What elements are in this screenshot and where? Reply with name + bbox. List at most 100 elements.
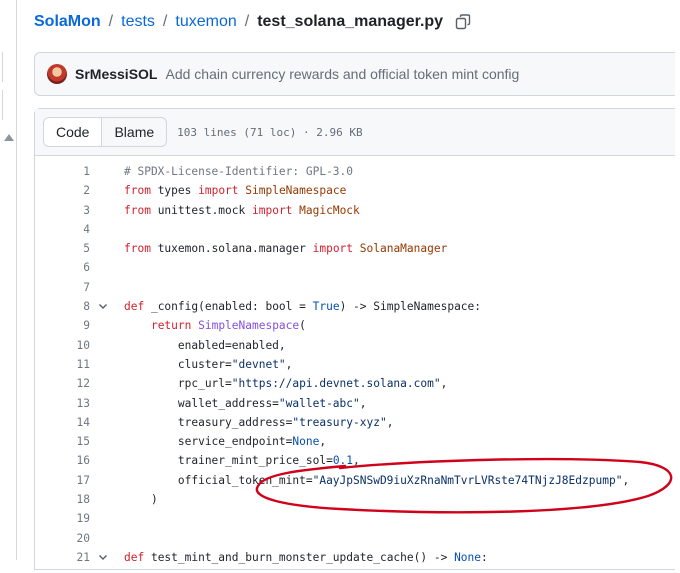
code-text: trainer_mint_price_sol=0.1, [124, 451, 360, 470]
line-number[interactable]: 12 [35, 374, 90, 393]
file-viewer: Code Blame 103 lines (71 loc) · 2.96 KB … [34, 108, 675, 570]
code-token: from [124, 184, 151, 198]
commit-message-link[interactable]: Add chain currency rewards and official … [165, 66, 519, 82]
tab-blame[interactable]: Blame [102, 118, 166, 146]
code-line: 8 def _config(enabled: bool = True) -> Si… [35, 297, 675, 316]
breadcrumb: SolaMon / tests / tuxemon / test_solana_… [34, 10, 471, 34]
code-line: 10 enabled=enabled, [35, 336, 675, 355]
line-number[interactable]: 10 [35, 336, 90, 355]
view-toggle: Code Blame [43, 117, 168, 147]
code-token: enabled=enabled, [124, 338, 286, 352]
code-text: from types import SimpleNamespace [124, 181, 346, 200]
file-header: Code Blame 103 lines (71 loc) · 2.96 KB [35, 109, 675, 156]
breadcrumb-dir-tuxemon[interactable]: tuxemon [175, 13, 236, 31]
code-text: def _config(enabled: bool = True) -> Sim… [124, 297, 481, 316]
tab-code[interactable]: Code [44, 118, 103, 146]
commit-author-link[interactable]: SrMessiSOL [75, 66, 157, 82]
code-token: , [353, 454, 360, 468]
line-number[interactable]: 6 [35, 258, 90, 277]
line-number[interactable]: 19 [35, 509, 90, 528]
line-number[interactable]: 2 [35, 181, 90, 200]
left-rail [0, 0, 18, 560]
code-token: , [319, 435, 327, 449]
code-token: return [150, 319, 192, 333]
rail-divider [16, 0, 17, 560]
code-token: trainer_mint_price_sol= [124, 454, 333, 468]
code-token: SolanaManager [353, 242, 448, 256]
code-token: ) -> SimpleNamespace: [339, 300, 482, 314]
code-token: , [359, 396, 367, 410]
code-token: def [124, 300, 145, 314]
line-number[interactable]: 5 [35, 239, 90, 258]
code-token: types [150, 184, 199, 198]
code-token: cluster= [124, 357, 232, 371]
line-number[interactable]: 18 [35, 490, 90, 509]
code-token: None [454, 550, 482, 564]
code-line: 11 cluster="devnet", [35, 355, 675, 374]
latest-commit-bar: SrMessiSOL Add chain currency rewards an… [34, 52, 675, 96]
code-token: ) [124, 493, 158, 507]
avatar[interactable] [47, 64, 67, 84]
line-number[interactable]: 7 [35, 278, 90, 297]
code-token: ( [299, 319, 306, 333]
code-token: , [386, 415, 394, 429]
line-number[interactable]: 3 [35, 201, 90, 220]
code-line: 12 rpc_url="https://api.devnet.solana.co… [35, 374, 675, 393]
chevron-down-icon[interactable] [98, 548, 108, 573]
code-line: 4 [35, 220, 675, 239]
code-token: rpc_url= [124, 377, 232, 391]
code-line: 2 from types import SimpleNamespace [35, 181, 675, 200]
code-token: from [124, 242, 151, 256]
code-line: 18 ) [35, 490, 675, 509]
rail-handle-top[interactable] [0, 52, 3, 82]
code-text: treasury_address="treasury-xyz", [124, 413, 394, 432]
line-number[interactable]: 14 [35, 413, 90, 432]
code-token: "https://api.devnet.solana.com" [231, 377, 441, 391]
code-token: _config(enabled: bool = [144, 300, 313, 314]
code-line: 6 [35, 258, 675, 277]
line-number[interactable]: 16 [35, 451, 90, 470]
file-info: 103 lines (71 loc) · 2.96 KB [177, 125, 363, 139]
code-token: : [481, 550, 488, 564]
code-line: 16 trainer_mint_price_sol=0.1, [35, 451, 675, 470]
code-line: 9 return SimpleNamespace( [35, 316, 675, 335]
breadcrumb-repo-link[interactable]: SolaMon [34, 13, 101, 31]
code-token: wallet_address= [124, 396, 279, 410]
line-number[interactable]: 8 [35, 297, 90, 316]
caret-up-icon[interactable] [4, 134, 14, 141]
line-number[interactable]: 4 [35, 220, 90, 239]
code-token: import [198, 184, 239, 198]
code-token: SimpleNamespace [191, 319, 300, 333]
line-number[interactable]: 13 [35, 394, 90, 413]
code-token: MagicMock [292, 203, 360, 217]
breadcrumb-filename: test_solana_manager.py [257, 13, 444, 30]
code-token: import [252, 203, 293, 217]
code-line: 5 from tuxemon.solana.manager import Sola… [35, 239, 675, 258]
line-number[interactable]: 21 [35, 548, 90, 567]
code-line: 3 from unittest.mock import MagicMock [35, 201, 675, 220]
code-token: True [312, 300, 340, 314]
copy-icon[interactable] [455, 14, 471, 30]
code-line: 14 treasury_address="treasury-xyz", [35, 413, 675, 432]
code-text: rpc_url="https://api.devnet.solana.com", [124, 374, 447, 393]
code-token: treasury_address= [124, 415, 293, 429]
code-text: cluster="devnet", [124, 355, 293, 374]
rail-handle-bottom[interactable] [0, 90, 3, 120]
breadcrumb-dir-tests[interactable]: tests [121, 13, 155, 31]
code-text: from unittest.mock import MagicMock [124, 201, 360, 220]
line-number[interactable]: 20 [35, 529, 90, 548]
line-number[interactable]: 9 [35, 316, 90, 335]
breadcrumb-separator: / [108, 13, 114, 30]
line-number[interactable]: 11 [35, 355, 90, 374]
code-text: return SimpleNamespace( [124, 316, 306, 335]
line-number[interactable]: 1 [35, 162, 90, 181]
line-number[interactable]: 17 [35, 471, 90, 490]
code-line: 19 [35, 509, 675, 528]
line-number[interactable]: 15 [35, 432, 90, 451]
code-token: def [124, 550, 145, 564]
code-token: from [124, 203, 151, 217]
code-token: # SPDX-License-Identifier: GPL-3.0 [124, 165, 354, 178]
code-listing: 1 # SPDX-License-Identifier: GPL-3.0 2 from… [35, 162, 675, 567]
code-token: import [312, 242, 354, 256]
